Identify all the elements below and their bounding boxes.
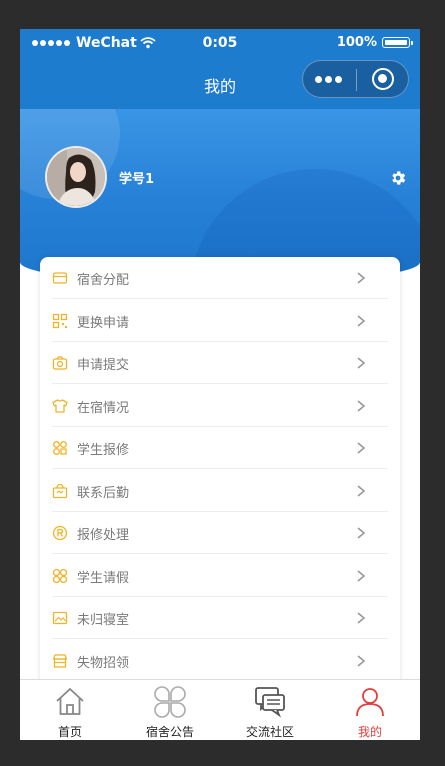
chevron-right-icon bbox=[357, 314, 366, 327]
menu-item-lost-and-found[interactable]: 失物招领 bbox=[52, 640, 388, 682]
users-icon bbox=[53, 441, 67, 455]
tab-home[interactable]: 首页 bbox=[20, 680, 120, 740]
mini-program-capsule bbox=[302, 60, 409, 98]
battery-status: 100% bbox=[336, 35, 413, 50]
chevron-right-icon bbox=[357, 272, 366, 284]
menu-item-dorm-assignment[interactable]: 宿舍分配 bbox=[52, 257, 388, 299]
chevron-right-icon bbox=[357, 527, 366, 539]
avatar[interactable] bbox=[45, 146, 107, 208]
menu-item-label: 宿舍分配 bbox=[77, 273, 130, 288]
tab-dorm-notice[interactable]: 宿舍公告 bbox=[120, 680, 220, 740]
menu-item-label: 报修处理 bbox=[77, 528, 130, 543]
menu-item-label: 学生请假 bbox=[77, 570, 130, 586]
navigation-bar: 我的 bbox=[20, 59, 420, 109]
apps-icon bbox=[52, 568, 68, 583]
menu-item-repair-handling[interactable]: 报修处理 bbox=[52, 512, 388, 554]
registered-icon bbox=[52, 525, 68, 541]
avatar-image bbox=[47, 148, 105, 206]
menu-card: 宿舍分配 更换申请 申请提交 在宿情况 学生报修 联系后勤 报修处理 学生请假 … bbox=[40, 257, 400, 740]
chevron-right-icon bbox=[357, 484, 366, 497]
menu-item-label: 在宿情况 bbox=[77, 400, 130, 416]
bag-icon bbox=[52, 483, 68, 498]
battery-percent: 100% bbox=[336, 35, 377, 50]
tab-bar: 首页 宿舍公告 交流社区 我的 bbox=[20, 679, 420, 740]
menu-item-not-returned[interactable]: 未归寝室 bbox=[52, 597, 388, 639]
tab-label: 宿舍公告 bbox=[145, 725, 194, 739]
battery-icon bbox=[382, 37, 413, 48]
menu-item-label: 联系后勤 bbox=[77, 485, 130, 501]
more-dots-icon[interactable] bbox=[315, 76, 342, 83]
chevron-right-icon bbox=[357, 399, 366, 412]
menu-item-contact-logistics[interactable]: 联系后勤 bbox=[52, 470, 388, 512]
card-icon bbox=[52, 272, 68, 284]
tab-mine[interactable]: 我的 bbox=[320, 680, 420, 740]
chevron-right-icon bbox=[357, 569, 366, 582]
menu-item-change-request[interactable]: 更换申请 bbox=[52, 300, 388, 342]
username: 学号1 bbox=[119, 172, 155, 187]
clover-icon bbox=[154, 686, 186, 718]
menu-item-dorm-status[interactable]: 在宿情况 bbox=[52, 385, 388, 427]
menu-item-label: 未归寝室 bbox=[77, 613, 130, 628]
menu-item-label: 学生报修 bbox=[77, 443, 130, 458]
menu-item-submit-application[interactable]: 申请提交 bbox=[52, 342, 388, 384]
chevron-right-icon bbox=[357, 612, 366, 624]
grid-qr-icon bbox=[52, 313, 68, 328]
tab-label: 首页 bbox=[57, 725, 82, 739]
chevron-right-icon bbox=[357, 357, 366, 369]
capsule-divider bbox=[356, 69, 357, 91]
menu-item-label: 申请提交 bbox=[77, 358, 130, 373]
chevron-right-icon bbox=[357, 654, 366, 667]
camera-icon bbox=[52, 356, 68, 370]
gear-icon[interactable] bbox=[389, 169, 407, 187]
menu-item-student-leave[interactable]: 学生请假 bbox=[52, 555, 388, 597]
image-icon bbox=[52, 611, 68, 625]
chat-bubbles-icon bbox=[255, 687, 285, 718]
home-icon bbox=[56, 688, 84, 715]
target-close-icon[interactable] bbox=[372, 68, 394, 90]
phone-screen: WeChat 0:05 100% 我的 学号1 宿舍分配 更换申请 申请提交 在… bbox=[20, 29, 420, 740]
menu-item-label: 失物招领 bbox=[77, 655, 130, 671]
tab-label: 我的 bbox=[357, 725, 382, 739]
status-bar: WeChat 0:05 100% bbox=[20, 29, 420, 59]
menu-item-student-repair[interactable]: 学生报修 bbox=[52, 427, 388, 469]
chevron-right-icon bbox=[357, 442, 366, 454]
user-icon bbox=[356, 688, 384, 717]
tab-label: 交流社区 bbox=[245, 725, 294, 739]
menu-item-label: 更换申请 bbox=[77, 315, 130, 331]
shop-icon bbox=[52, 653, 68, 668]
tab-community[interactable]: 交流社区 bbox=[220, 680, 320, 740]
shirt-icon bbox=[52, 398, 68, 413]
